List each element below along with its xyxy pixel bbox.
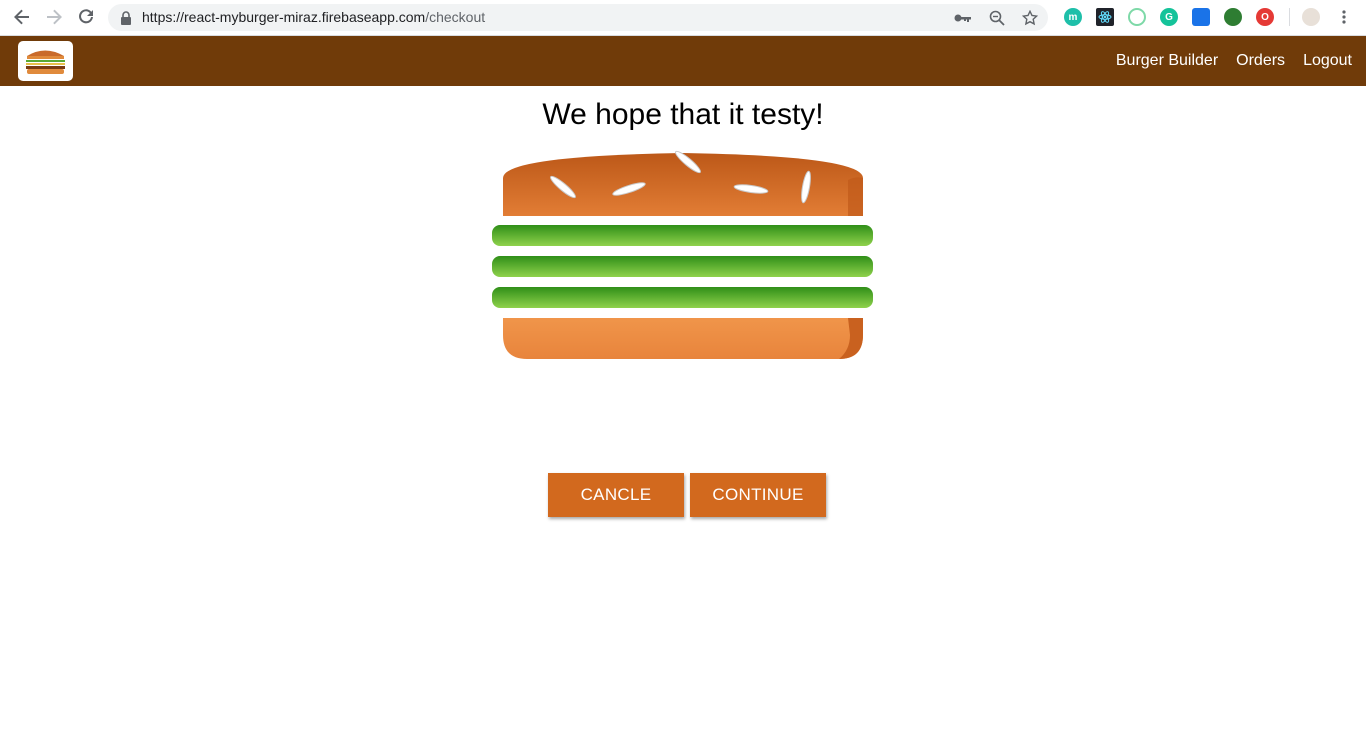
zoom-icon[interactable] bbox=[988, 9, 1006, 27]
reload-button[interactable] bbox=[74, 6, 98, 28]
forward-arrow-icon bbox=[47, 9, 62, 25]
toolbar-divider bbox=[1289, 8, 1290, 26]
grammarly-icon[interactable]: G bbox=[1160, 8, 1178, 26]
url-text: https://react-myburger-miraz.firebaseapp… bbox=[142, 9, 485, 25]
chrome-menu-icon[interactable] bbox=[1338, 8, 1350, 26]
forward-button[interactable] bbox=[42, 6, 66, 28]
burger-logo[interactable] bbox=[18, 41, 73, 81]
nav-logout[interactable]: Logout bbox=[1303, 52, 1352, 70]
m-extension-icon[interactable]: m bbox=[1064, 8, 1082, 26]
nav-burger-builder[interactable]: Burger Builder bbox=[1116, 52, 1218, 70]
nav-orders[interactable]: Orders bbox=[1236, 52, 1285, 70]
url-path: /checkout bbox=[425, 9, 486, 25]
lock-icon bbox=[117, 9, 135, 27]
ingredient-salad bbox=[492, 225, 873, 246]
ingredient-salad bbox=[492, 287, 873, 308]
bread-bottom bbox=[503, 318, 863, 359]
back-arrow-icon bbox=[14, 9, 29, 25]
bookmark-star-icon[interactable] bbox=[1021, 9, 1039, 27]
cancel-button[interactable]: CANCLE bbox=[548, 473, 684, 517]
reload-icon bbox=[79, 9, 93, 24]
address-bar[interactable]: https://react-myburger-miraz.firebaseapp… bbox=[108, 4, 1048, 31]
url-host: https://react-myburger-miraz.firebaseapp… bbox=[142, 9, 426, 25]
burger-preview bbox=[492, 150, 873, 359]
bread-top bbox=[503, 150, 863, 216]
profile-avatar[interactable] bbox=[1302, 8, 1320, 26]
screenshot-icon[interactable] bbox=[1192, 8, 1210, 26]
color-picker-icon[interactable] bbox=[1128, 8, 1146, 26]
main-nav: Burger Builder Orders Logout bbox=[1098, 36, 1352, 86]
back-button[interactable] bbox=[10, 6, 34, 28]
opera-icon[interactable]: O bbox=[1256, 8, 1274, 26]
key-icon[interactable] bbox=[954, 9, 972, 27]
ingredient-salad bbox=[492, 256, 873, 277]
globe-extension-icon[interactable] bbox=[1224, 8, 1242, 26]
continue-button[interactable]: CONTINUE bbox=[690, 473, 826, 517]
checkout-title: We hope that it testy! bbox=[542, 98, 824, 131]
burger-logo-icon bbox=[26, 50, 65, 74]
browser-chrome: https://react-myburger-miraz.firebaseapp… bbox=[0, 0, 1366, 36]
app-toolbar: Burger Builder Orders Logout bbox=[0, 36, 1366, 86]
react-devtools-icon[interactable] bbox=[1096, 8, 1114, 26]
